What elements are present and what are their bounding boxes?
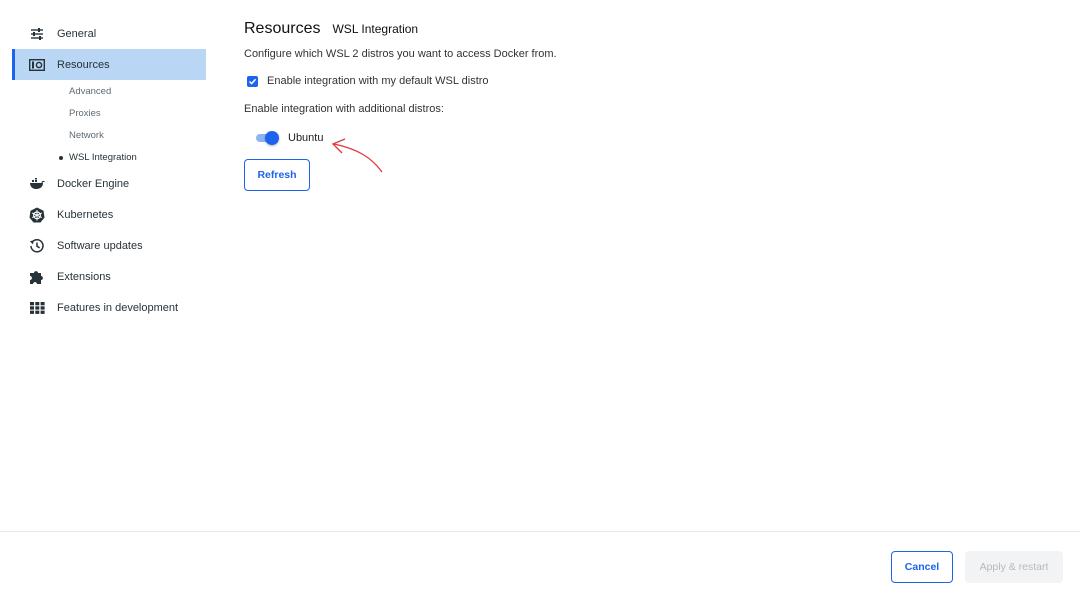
- sidebar-item-docker-engine[interactable]: Docker Engine: [12, 168, 206, 199]
- apply-restart-button[interactable]: Apply & restart: [965, 551, 1063, 583]
- kubernetes-icon: [28, 206, 46, 224]
- sidebar-item-software-updates[interactable]: Software updates: [12, 230, 206, 261]
- sidebar-item-features-in-development[interactable]: Features in development: [12, 292, 206, 323]
- sidebar-item-label: Resources: [57, 58, 110, 71]
- default-distro-label: Enable integration with my default WSL d…: [267, 75, 489, 87]
- title-row: Resources WSL Integration: [244, 20, 1024, 38]
- default-distro-row: Enable integration with my default WSL d…: [244, 75, 1024, 87]
- sidebar-subitem-proxies[interactable]: Proxies: [12, 102, 206, 124]
- resources-icon: [28, 56, 46, 74]
- sidebar-subitem-wsl-integration[interactable]: WSL Integration: [12, 146, 206, 168]
- sidebar-item-general[interactable]: General: [12, 18, 206, 49]
- settings-sidebar: General Resources Advanced Proxies Netwo…: [12, 18, 206, 323]
- current-item-dot-icon: [59, 156, 63, 160]
- sidebar-item-label: Extensions: [57, 270, 111, 283]
- history-icon: [28, 237, 46, 255]
- whale-icon: [28, 175, 46, 193]
- sidebar-subitem-label: Network: [69, 129, 104, 141]
- page-description: Configure which WSL 2 distros you want t…: [244, 48, 557, 60]
- sidebar-item-label: Kubernetes: [57, 208, 114, 221]
- sidebar-item-kubernetes[interactable]: Kubernetes: [12, 199, 206, 230]
- sidebar-item-label: Docker Engine: [57, 177, 130, 190]
- checkmark-icon: [248, 78, 257, 85]
- ubuntu-toggle[interactable]: [254, 131, 279, 145]
- toggle-knob: [265, 131, 279, 145]
- puzzle-icon: [28, 268, 46, 286]
- distro-name: Ubuntu: [288, 132, 324, 144]
- default-distro-checkbox[interactable]: [247, 75, 258, 87]
- grid-icon: [28, 299, 46, 317]
- footer-bar: Cancel Apply & restart: [0, 531, 1080, 597]
- sliders-icon: [28, 25, 46, 43]
- sidebar-item-extensions[interactable]: Extensions: [12, 261, 206, 292]
- sidebar-subitem-advanced[interactable]: Advanced: [12, 80, 206, 102]
- sidebar-item-resources[interactable]: Resources: [12, 49, 206, 80]
- page-title: Resources: [244, 20, 321, 37]
- sidebar-item-label: Features in development: [57, 301, 179, 314]
- annotation-arrow-icon: [331, 138, 383, 173]
- sidebar-item-label: General: [57, 27, 97, 40]
- sidebar-subitem-label: WSL Integration: [69, 151, 137, 163]
- sidebar-item-label: Software updates: [57, 239, 143, 252]
- refresh-button[interactable]: Refresh: [244, 159, 310, 191]
- page-subtitle: WSL Integration: [332, 22, 419, 36]
- sidebar-subitem-label: Advanced: [69, 85, 112, 97]
- sidebar-subitem-network[interactable]: Network: [12, 124, 206, 146]
- cancel-button[interactable]: Cancel: [891, 551, 953, 583]
- additional-distros-label: Enable integration with additional distr…: [244, 103, 444, 115]
- sidebar-subitem-label: Proxies: [69, 107, 101, 119]
